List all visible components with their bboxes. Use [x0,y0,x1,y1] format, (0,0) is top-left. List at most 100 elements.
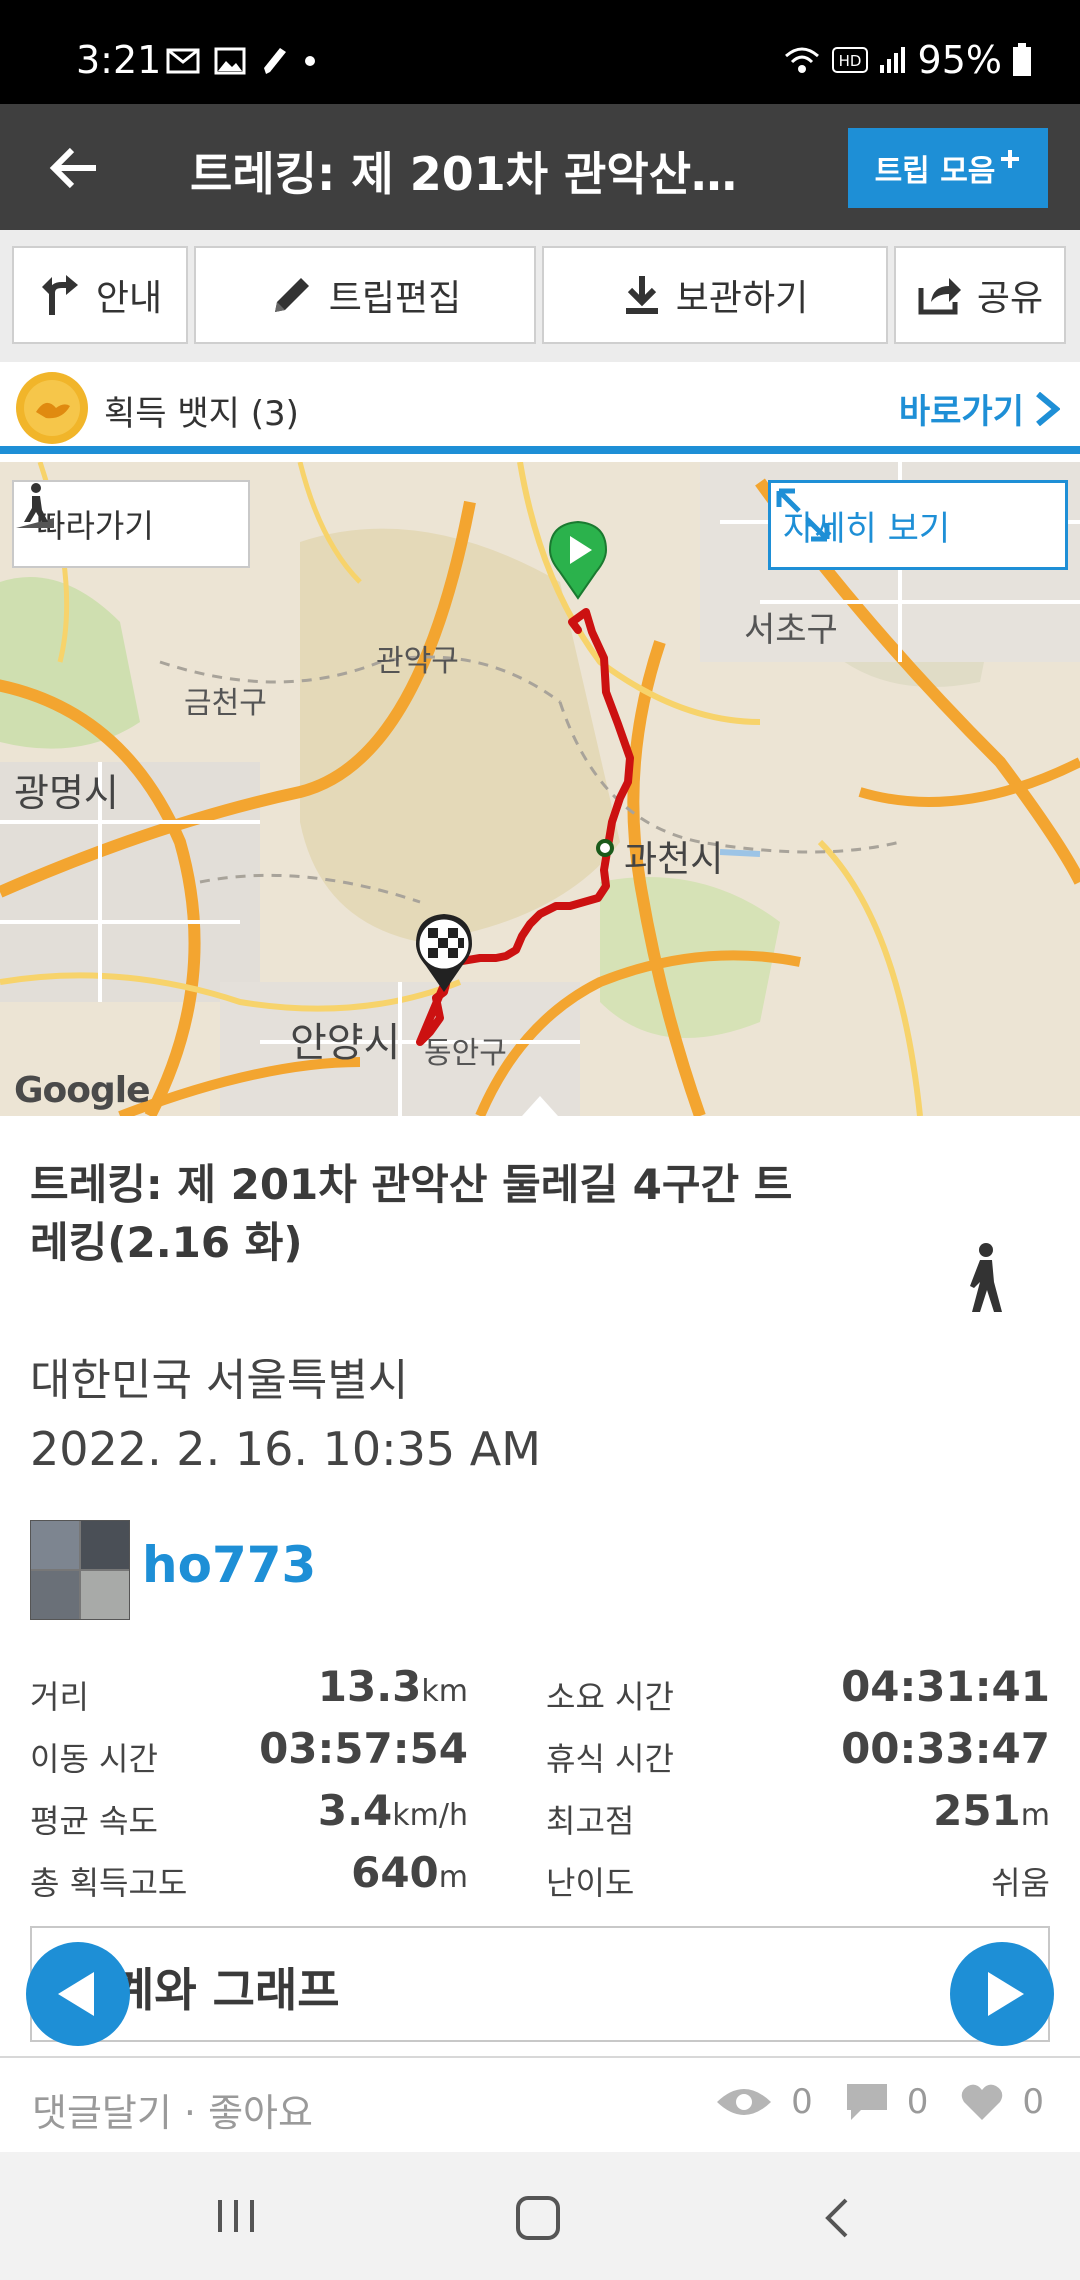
stat-label: 이동 시간 [30,1740,158,1778]
stat-label: 난이도 [546,1864,635,1902]
chevron-right-icon [1036,391,1060,426]
map-label-seocho: 서초구 [744,610,838,650]
guide-button[interactable]: 안내 [12,246,188,344]
comment-like-link[interactable]: 댓글달기 · 좋아요 [32,2082,313,2137]
trip-collection-button[interactable]: 트립 모음 [848,128,1048,208]
badge-go-label: 바로가기 [898,392,1024,432]
username-link[interactable]: ho773 [142,1536,316,1594]
status-right: HD 95% [782,38,1032,82]
stat-label: 소요 시간 [546,1678,674,1716]
download-icon [625,276,658,314]
google-logo: Google [14,1070,151,1111]
stats-row: 총 획득고도 640m 난이도 쉬움 [30,1842,1050,1904]
mail-icon [166,48,200,74]
badge-medal-icon [16,372,88,444]
pencil-icon [274,278,309,312]
graph-panel-title: 계와 그래프 [112,1963,340,2017]
view-count: 0 [791,2082,813,2122]
badge-go-link[interactable]: 바로가기 [899,384,1060,433]
map-label-anyang: 안양시 [290,1020,401,1066]
comment-like-bar: 댓글달기 · 좋아요 0 0 0 [0,2056,1080,2152]
next-button[interactable] [950,1942,1054,2046]
map-label-gwacheon: 과천시 [624,839,724,880]
walker-on-road-icon [16,483,54,528]
stat-value: 쉬움 [991,1864,1050,1902]
badge-bar[interactable]: 획득 뱃지 (3) 바로가기 [0,362,1080,454]
share-label: 공유 [976,278,1044,319]
avatar-photo-1 [31,1521,79,1569]
status-bar: 3:21 HD 95% [0,0,1080,104]
home-icon[interactable] [514,2194,562,2242]
detail-view-button[interactable]: 자세히 보기 [768,480,1068,570]
trip-stats: 거리 13.3km 소요 시간 04:31:41 이동 시간 03:57:54 … [30,1656,1050,1904]
battery-percent: 95% [917,38,1002,82]
expand-icon [776,488,830,542]
page-title: 트레킹: 제 201차 관악산… [190,147,738,201]
share-icon [918,278,961,315]
previous-button[interactable] [26,1942,130,2046]
comment-count: 0 [906,2082,929,2122]
stats-row: 평균 속도 3.4km/h 최고점 251m [30,1780,1050,1842]
stats-row: 거리 13.3km 소요 시간 04:31:41 [30,1656,1050,1718]
user-avatar[interactable] [30,1520,130,1620]
heart-icon [962,2084,1003,2120]
stat-label: 총 획득고도 [30,1864,188,1902]
triangle-right-icon [988,1972,1024,2016]
stats-row: 이동 시간 03:57:54 휴식 시간 00:33:47 [30,1718,1050,1780]
back-arrow-icon[interactable] [44,138,104,198]
badge-count-label: 획득 뱃지 (3) [104,394,299,434]
back-nav-icon[interactable] [818,2196,858,2240]
stat-value: 640m [351,1848,468,1897]
gallery-icon [214,47,246,75]
avatar-photo-2 [81,1521,129,1569]
hd-icon: HD [831,47,868,73]
battery-icon [1013,43,1031,76]
stat-value: 04:31:41 [841,1662,1050,1711]
stat-value: 00:33:47 [841,1724,1050,1773]
recent-apps-icon[interactable] [212,2196,260,2236]
trip-collection-label: 트립 모음 [874,154,996,189]
stat-value: 3.4km/h [317,1786,468,1835]
trip-location: 대한민국 서울특별시 [30,1355,409,1406]
social-counters: 0 0 0 [715,2082,1044,2122]
wifi-icon [784,47,819,73]
save-button[interactable]: 보관하기 [542,246,888,344]
dot-icon [305,56,315,66]
map-label-gwanak: 관악구 [376,644,459,679]
comment-icon [846,2084,887,2120]
avatar-photo-3 [31,1571,79,1619]
share-button[interactable]: 공유 [894,246,1066,344]
route-map[interactable]: 관악구 서초구 금천구 광명시 과천시 안양시 동안구 따라가기 자세히 보기 … [0,462,1080,1116]
plus-icon [1001,150,1020,168]
avatar-photo-4 [81,1571,129,1619]
signal-icon [879,47,905,73]
stat-label: 거리 [30,1678,89,1716]
app-bar: 트레킹: 제 201차 관악산… 트립 모음 [0,104,1080,230]
edit-trip-label: 트립편집 [328,278,462,319]
stats-graph-panel[interactable]: 계와 그래프 [30,1926,1050,2042]
stat-value: 13.3km [317,1662,468,1711]
svg-text:HD: HD [838,52,861,70]
trip-date: 2022. 2. 16. 10:35 AM [30,1422,541,1476]
map-label-dongan: 동안구 [424,1036,507,1071]
map-label-gwangmyeong: 광명시 [14,771,119,815]
like-count: 0 [1022,2082,1044,2122]
follow-button[interactable]: 따라가기 [12,480,250,568]
walking-activity-icon [970,1243,1002,1312]
edit-trip-button[interactable]: 트립편집 [194,246,536,344]
system-nav-bar [0,2152,1080,2280]
trip-details: 트레킹: 제 201차 관악산 둘레길 4구간 트레킹(2.16 화) 대한민국… [0,1116,1080,2056]
turn-sign-icon [41,275,78,315]
guide-label: 안내 [95,278,163,319]
map-pointer-icon [522,1096,558,1116]
map-label-geumcheon: 금천구 [184,686,267,721]
save-label: 보관하기 [675,278,809,319]
trip-title: 트레킹: 제 201차 관악산 둘레길 4구간 트레킹(2.16 화) [30,1160,793,1267]
stat-label: 최고점 [546,1802,635,1840]
pen-icon [264,48,286,74]
stat-label: 평균 속도 [30,1802,158,1840]
action-toolbar: 안내 트립편집 보관하기 공유 [0,230,1080,362]
stat-value: 03:57:54 [259,1724,468,1773]
stat-value: 251m [933,1786,1050,1835]
notification-icons [166,44,316,78]
